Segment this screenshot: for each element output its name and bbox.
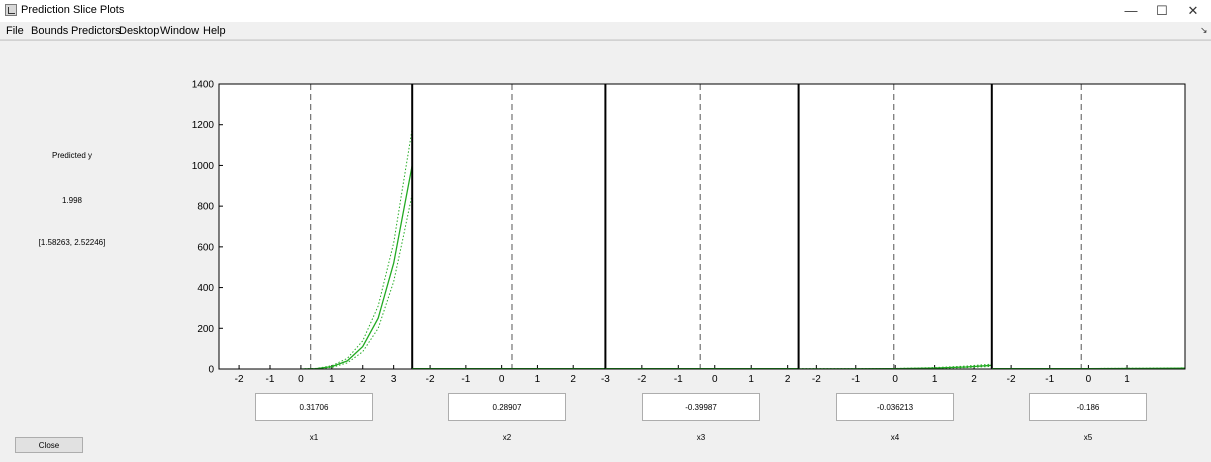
x-tick-label: -1 bbox=[266, 374, 275, 385]
x4-label: x4 bbox=[836, 433, 954, 442]
x2-label: x2 bbox=[448, 433, 566, 442]
x-tick-label: 0 bbox=[499, 374, 505, 385]
close-button[interactable]: Close bbox=[15, 437, 83, 453]
x-tick-label: 0 bbox=[712, 374, 718, 385]
x-tick-label: -2 bbox=[637, 374, 646, 385]
x4-value-input[interactable] bbox=[836, 393, 954, 421]
x-tick-label: 0 bbox=[1086, 374, 1092, 385]
x-tick-label: 2 bbox=[570, 374, 576, 385]
x-tick-label: 2 bbox=[785, 374, 791, 385]
x-tick-label: 1 bbox=[932, 374, 938, 385]
x-tick-label: 2 bbox=[971, 374, 977, 385]
y-tick-label: 600 bbox=[197, 242, 214, 253]
x1-label: x1 bbox=[255, 433, 373, 442]
x3-label: x3 bbox=[642, 433, 760, 442]
x-tick-label: 1 bbox=[535, 374, 541, 385]
x1-value-input[interactable] bbox=[255, 393, 373, 421]
x-tick-label: -2 bbox=[1007, 374, 1016, 385]
x-tick-label: -2 bbox=[812, 374, 821, 385]
x-tick-label: -1 bbox=[1045, 374, 1054, 385]
x-tick-label: 1 bbox=[329, 374, 335, 385]
x3-value-input[interactable] bbox=[642, 393, 760, 421]
x-tick-label: -1 bbox=[851, 374, 860, 385]
y-tick-label: 0 bbox=[208, 365, 214, 376]
x-tick-label: 3 bbox=[391, 374, 397, 385]
y-tick-label: 1200 bbox=[192, 120, 215, 131]
plot-background bbox=[219, 84, 1185, 369]
x-tick-label: 2 bbox=[360, 374, 366, 385]
x-tick-label: -1 bbox=[674, 374, 683, 385]
x-tick-label: 0 bbox=[892, 374, 898, 385]
y-tick-label: 1400 bbox=[192, 80, 215, 91]
y-tick-label: 200 bbox=[197, 324, 214, 335]
x-tick-label: 0 bbox=[298, 374, 304, 385]
x2-value-input[interactable] bbox=[448, 393, 566, 421]
y-tick-label: 800 bbox=[197, 202, 214, 213]
x-tick-label: -3 bbox=[601, 374, 610, 385]
x-tick-label: -1 bbox=[461, 374, 470, 385]
prediction-slice-plots: 0200400600800100012001400-2-10123-2-1012… bbox=[0, 0, 1211, 461]
x5-label: x5 bbox=[1029, 433, 1147, 442]
y-tick-label: 400 bbox=[197, 283, 214, 294]
x-tick-label: 1 bbox=[1124, 374, 1130, 385]
x5-value-input[interactable] bbox=[1029, 393, 1147, 421]
x-tick-label: 1 bbox=[748, 374, 754, 385]
x-tick-label: -2 bbox=[235, 374, 244, 385]
x-tick-label: -2 bbox=[426, 374, 435, 385]
y-tick-label: 1000 bbox=[192, 161, 215, 172]
